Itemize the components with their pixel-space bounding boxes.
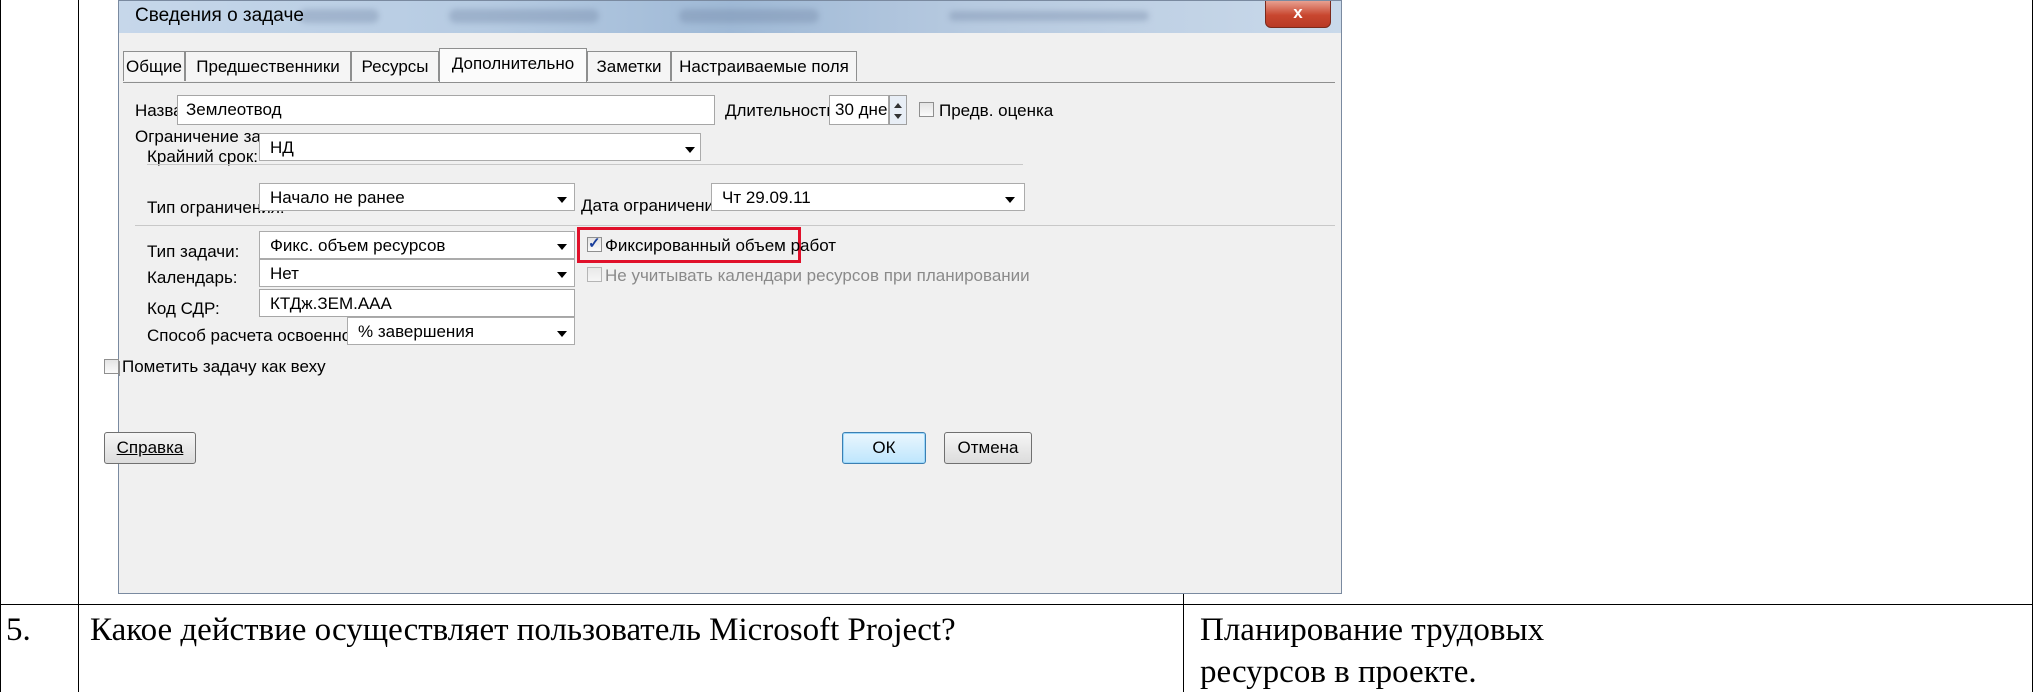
effort-driven-checkbox[interactable] xyxy=(587,234,602,252)
ev-method-value: % завершения xyxy=(358,322,475,341)
tab-label: Дополнительно xyxy=(451,54,575,73)
answer-line-2: ресурсов в проекте. xyxy=(1200,654,1477,690)
calendar-dropdown[interactable]: Нет xyxy=(259,259,575,287)
help-label: Справка xyxy=(116,438,184,457)
tab-label: Предшественники xyxy=(196,57,340,76)
duration-label: Длительность: xyxy=(725,101,840,120)
close-button[interactable]: x xyxy=(1265,1,1331,28)
cancel-button[interactable]: Отмена xyxy=(944,432,1032,464)
duration-spinner[interactable] xyxy=(889,95,907,125)
constraint-type-dropdown[interactable]: Начало не ранее xyxy=(259,183,575,211)
separator-2 xyxy=(135,225,1335,226)
chevron-down-icon xyxy=(685,147,695,153)
tab-notes[interactable]: Заметки xyxy=(587,51,671,81)
chevron-down-icon xyxy=(557,197,567,203)
ev-method-dropdown[interactable]: % завершения xyxy=(347,317,575,345)
name-input[interactable]: Землеотвод xyxy=(177,95,715,125)
cancel-label: Отмена xyxy=(957,438,1019,457)
duration-input[interactable]: 30 дней xyxy=(829,95,889,125)
tab-label: Заметки xyxy=(596,57,662,76)
table-border-right xyxy=(2032,0,2033,692)
row-number: 5. xyxy=(6,612,31,648)
chevron-down-icon xyxy=(557,331,567,337)
task-type-value: Фикс. объем ресурсов xyxy=(270,236,446,255)
titlebar-blur-2 xyxy=(449,9,599,23)
constraint-date-label: Дата ограничения: xyxy=(581,196,728,215)
table-row-divider xyxy=(0,604,2033,605)
tab-predecessors[interactable]: Предшественники xyxy=(185,51,351,81)
milestone-label: Пометить задачу как веху xyxy=(122,357,326,376)
dialog-titlebar: Сведения о задаче x xyxy=(119,1,1341,33)
ignore-calendars-checkbox[interactable] xyxy=(587,267,602,282)
titlebar-blur-3 xyxy=(679,9,819,23)
ok-label: ОК xyxy=(872,438,896,457)
task-information-dialog: Сведения о задаче x Общие Предшественник… xyxy=(118,0,1342,594)
tab-label: Ресурсы xyxy=(361,57,429,76)
dialog-title: Сведения о задаче xyxy=(135,5,304,26)
estimate-label: Предв. оценка xyxy=(939,101,1054,120)
calendar-value: Нет xyxy=(270,264,299,283)
titlebar-blur-4 xyxy=(949,11,1149,21)
table-border-left xyxy=(0,0,1,692)
task-type-label: Тип задачи: xyxy=(147,242,240,261)
constraint-type-value: Начало не ранее xyxy=(270,188,405,207)
chevron-down-icon xyxy=(1005,197,1015,203)
tab-panel-border xyxy=(123,82,1335,83)
wbs-label: Код СДР: xyxy=(147,299,220,318)
chevron-down-icon xyxy=(557,244,567,250)
ignore-calendars-label: Не учитывать календари ресурсов при план… xyxy=(605,266,1030,285)
tab-resources[interactable]: Ресурсы xyxy=(351,51,439,81)
task-type-dropdown[interactable]: Фикс. объем ресурсов xyxy=(259,231,575,259)
help-button[interactable]: Справка xyxy=(104,432,196,464)
spin-down-icon xyxy=(894,114,902,119)
milestone-checkbox-visible[interactable] xyxy=(104,359,119,374)
answer-line-1: Планирование трудовых xyxy=(1200,612,1545,648)
table-border-col1 xyxy=(78,0,79,692)
question-text: Какое действие осуществляет пользователь… xyxy=(90,612,956,648)
deadline-value: НД xyxy=(270,138,294,157)
constraint-date-dropdown[interactable]: Чт 29.09.11 xyxy=(711,183,1025,211)
titlebar-blur-1 xyxy=(299,9,379,23)
close-icon: x xyxy=(1293,3,1303,22)
estimate-checkbox[interactable] xyxy=(919,102,934,117)
spin-up-icon xyxy=(894,103,902,108)
constraint-date-value: Чт 29.09.11 xyxy=(722,188,811,207)
chevron-down-icon xyxy=(557,272,567,278)
tab-label: Общие xyxy=(126,57,182,76)
wbs-input[interactable]: КТДж.ЗЕМ.ААА xyxy=(259,289,575,317)
tab-label: Настраиваемые поля xyxy=(679,57,849,76)
tab-general[interactable]: Общие xyxy=(123,51,185,81)
separator-1 xyxy=(147,164,1023,165)
deadline-dropdown[interactable]: НД xyxy=(259,133,701,161)
ok-button[interactable]: ОК xyxy=(842,432,926,464)
tab-custom-fields[interactable]: Настраиваемые поля xyxy=(671,51,857,81)
calendar-label: Календарь: xyxy=(147,268,238,287)
tab-advanced[interactable]: Дополнительно xyxy=(439,48,587,82)
effort-driven-label: Фиксированный объем работ xyxy=(605,236,837,255)
